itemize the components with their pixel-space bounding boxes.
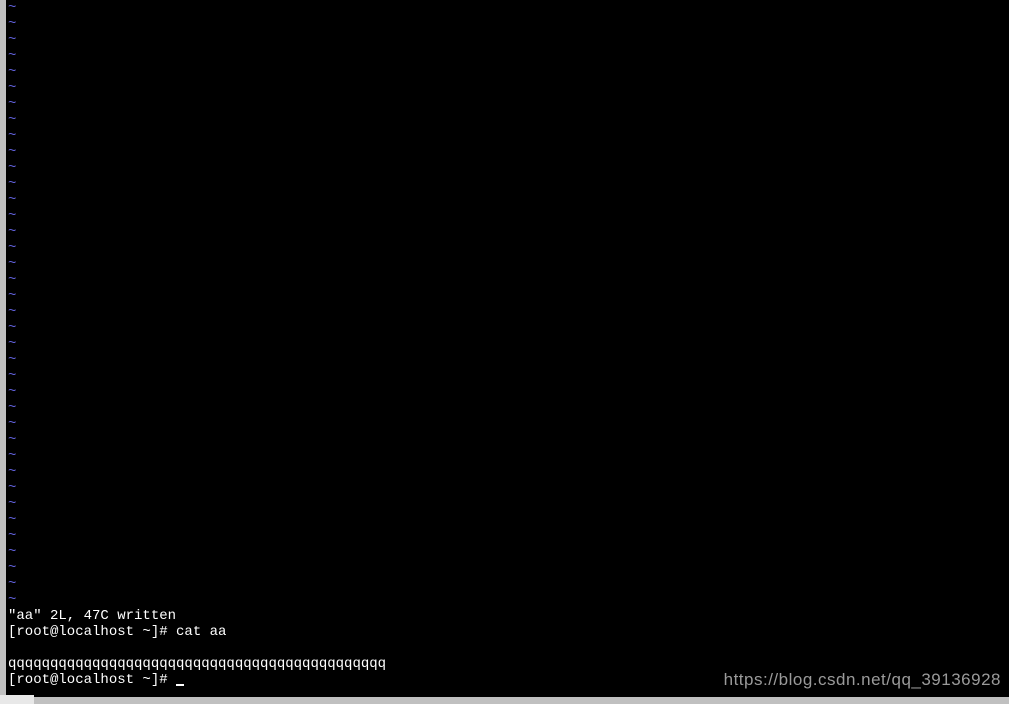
- vi-tilde-line: ~: [6, 112, 1009, 128]
- vi-tilde-line: ~: [6, 448, 1009, 464]
- vi-tilde-line: ~: [6, 240, 1009, 256]
- terminal-cursor: [176, 684, 184, 686]
- vi-tilde-line: ~: [6, 288, 1009, 304]
- prompt-text: [root@localhost ~]#: [8, 672, 176, 688]
- vi-tilde-line: ~: [6, 0, 1009, 16]
- vi-tilde-line: ~: [6, 416, 1009, 432]
- vi-tilde-line: ~: [6, 176, 1009, 192]
- vi-tilde-line: ~: [6, 480, 1009, 496]
- vi-tilde-line: ~: [6, 400, 1009, 416]
- vi-tilde-line: ~: [6, 96, 1009, 112]
- vi-tilde-line: ~: [6, 544, 1009, 560]
- vi-tilde-line: ~: [6, 464, 1009, 480]
- vi-tilde-line: ~: [6, 32, 1009, 48]
- vi-tilde-line: ~: [6, 224, 1009, 240]
- vi-tilde-line: ~: [6, 496, 1009, 512]
- vi-tilde-line: ~: [6, 304, 1009, 320]
- vi-tilde-line: ~: [6, 528, 1009, 544]
- vi-tilde-line: ~: [6, 352, 1009, 368]
- vi-tilde-line: ~: [6, 272, 1009, 288]
- vi-tilde-line: ~: [6, 432, 1009, 448]
- vi-tilde-line: ~: [6, 128, 1009, 144]
- vi-tilde-line: ~: [6, 144, 1009, 160]
- watermark-url: https://blog.csdn.net/qq_39136928: [724, 670, 1001, 690]
- terminal-output-line: "aa" 2L, 47C written: [6, 608, 1009, 624]
- vi-tilde-line: ~: [6, 16, 1009, 32]
- vi-tilde-line: ~: [6, 48, 1009, 64]
- vi-tilde-line: ~: [6, 320, 1009, 336]
- terminal-content: ~~~~~~~~~~~~~~~~~~~~~~~~~~~~~~~~~~~~~~"a…: [6, 0, 1009, 688]
- bottom-bar-tab: [0, 695, 34, 704]
- vi-tilde-line: ~: [6, 592, 1009, 608]
- vi-tilde-line: ~: [6, 80, 1009, 96]
- vi-tilde-line: ~: [6, 192, 1009, 208]
- terminal-empty-line: [6, 640, 1009, 656]
- vi-tilde-line: ~: [6, 512, 1009, 528]
- vi-tilde-line: ~: [6, 576, 1009, 592]
- bottom-scrollbar-area: [0, 697, 1009, 704]
- vi-tilde-line: ~: [6, 208, 1009, 224]
- vi-tilde-line: ~: [6, 560, 1009, 576]
- vi-tilde-line: ~: [6, 64, 1009, 80]
- vi-tilde-line: ~: [6, 256, 1009, 272]
- vi-tilde-line: ~: [6, 336, 1009, 352]
- vi-tilde-line: ~: [6, 160, 1009, 176]
- terminal-output-line: [root@localhost ~]# cat aa: [6, 624, 1009, 640]
- vi-tilde-line: ~: [6, 368, 1009, 384]
- vi-tilde-line: ~: [6, 384, 1009, 400]
- terminal-window[interactable]: ~~~~~~~~~~~~~~~~~~~~~~~~~~~~~~~~~~~~~~"a…: [6, 0, 1009, 697]
